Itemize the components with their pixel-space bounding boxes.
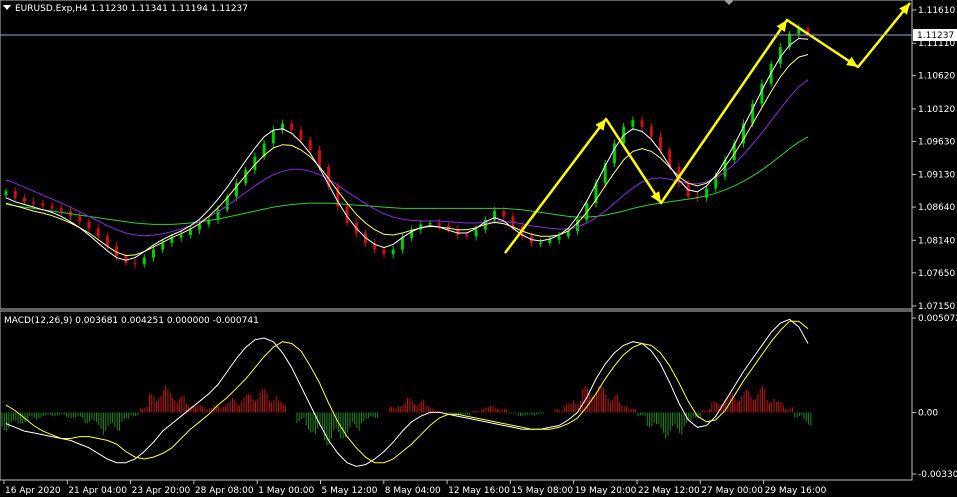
candle-body	[382, 249, 386, 255]
candle	[760, 79, 764, 108]
candle-body	[105, 236, 109, 247]
candle-body	[133, 262, 137, 265]
candle-body	[179, 234, 183, 238]
time-tick-label: 1 May 00:00	[258, 486, 314, 496]
candle-body	[631, 120, 635, 127]
time-tick-label: 8 May 04:00	[385, 486, 441, 496]
current-price-label: 1.11237	[917, 31, 954, 41]
price-tick-label: 1.11610	[918, 6, 955, 16]
candle-body	[659, 136, 663, 151]
time-tick-label: 27 May 00:00	[701, 486, 763, 496]
candle-body	[41, 203, 45, 206]
time-tick-label: 22 May 12:00	[638, 486, 700, 496]
time-tick-label: 29 May 16:00	[765, 486, 827, 496]
time-tick-label: 21 Apr 04:00	[68, 486, 127, 496]
candle-body	[299, 130, 303, 141]
price-tick-label: 1.08640	[918, 203, 955, 213]
time-tick-label: 28 Apr 08:00	[195, 486, 254, 496]
candle-body	[557, 236, 561, 240]
candle-body	[78, 216, 82, 222]
candle-body	[32, 201, 36, 204]
candle-body	[502, 211, 506, 217]
time-tick-label: 23 Apr 20:00	[132, 486, 191, 496]
candle-body	[511, 216, 515, 227]
time-tick-label: 19 May 20:00	[575, 486, 637, 496]
candle-body	[50, 205, 54, 209]
candle-body	[198, 224, 202, 230]
time-tick-label: 15 May 08:00	[511, 486, 573, 496]
candle-body	[87, 221, 91, 229]
candle	[612, 139, 616, 168]
macd-tick-label: 0.005072	[918, 314, 957, 324]
candle-body	[151, 249, 155, 258]
candle-body	[640, 120, 644, 127]
candle-body	[290, 123, 294, 131]
candle-body	[188, 229, 192, 235]
macd-tick-label: -0.003306	[918, 470, 957, 480]
candle-body	[308, 140, 312, 151]
candle-body	[548, 239, 552, 243]
price-tick-label: 1.07650	[918, 269, 955, 279]
price-tick-label: 1.08140	[918, 236, 955, 246]
price-tick-label: 1.09130	[918, 171, 955, 181]
price-tick-label: 1.10620	[918, 72, 955, 82]
candle-body	[96, 228, 100, 237]
candle	[741, 119, 745, 148]
candle-body	[271, 130, 275, 144]
candle-body	[59, 208, 63, 212]
macd-header: MACD(12,26,9) 0.003681 0.004251 0.000000…	[4, 316, 259, 326]
candle-body	[474, 229, 478, 237]
time-tick-label: 12 May 16:00	[448, 486, 510, 496]
macd-tick-label: 0.00	[918, 408, 938, 418]
candle-body	[391, 249, 395, 255]
price-tick-label: 1.10120	[918, 105, 955, 115]
candle-body	[22, 197, 26, 202]
candle-body	[649, 126, 653, 137]
candle-body	[539, 242, 543, 244]
candle-body	[760, 83, 764, 104]
candle-body	[465, 234, 469, 237]
price-panel-frame	[0, 0, 913, 310]
candle-body	[317, 150, 321, 167]
price-tick-label: 1.09630	[918, 137, 955, 147]
candle-body	[4, 191, 8, 196]
symbol-header: EURUSD.Exp,H4 1.11230 1.11341 1.11194 1.…	[15, 4, 248, 14]
candle-body	[161, 242, 165, 250]
candle-body	[437, 223, 441, 226]
candle-body	[428, 223, 432, 225]
candle-body	[142, 257, 146, 265]
price-tick-label: 1.07150	[918, 302, 955, 312]
time-tick-label: 16 Apr 2020	[5, 486, 61, 496]
candle-body	[13, 191, 17, 198]
candle-body	[400, 237, 404, 250]
time-tick-label: 5 May 12:00	[322, 486, 378, 496]
chart-canvas: 1.116101.111101.106201.101201.096301.091…	[0, 0, 957, 496]
